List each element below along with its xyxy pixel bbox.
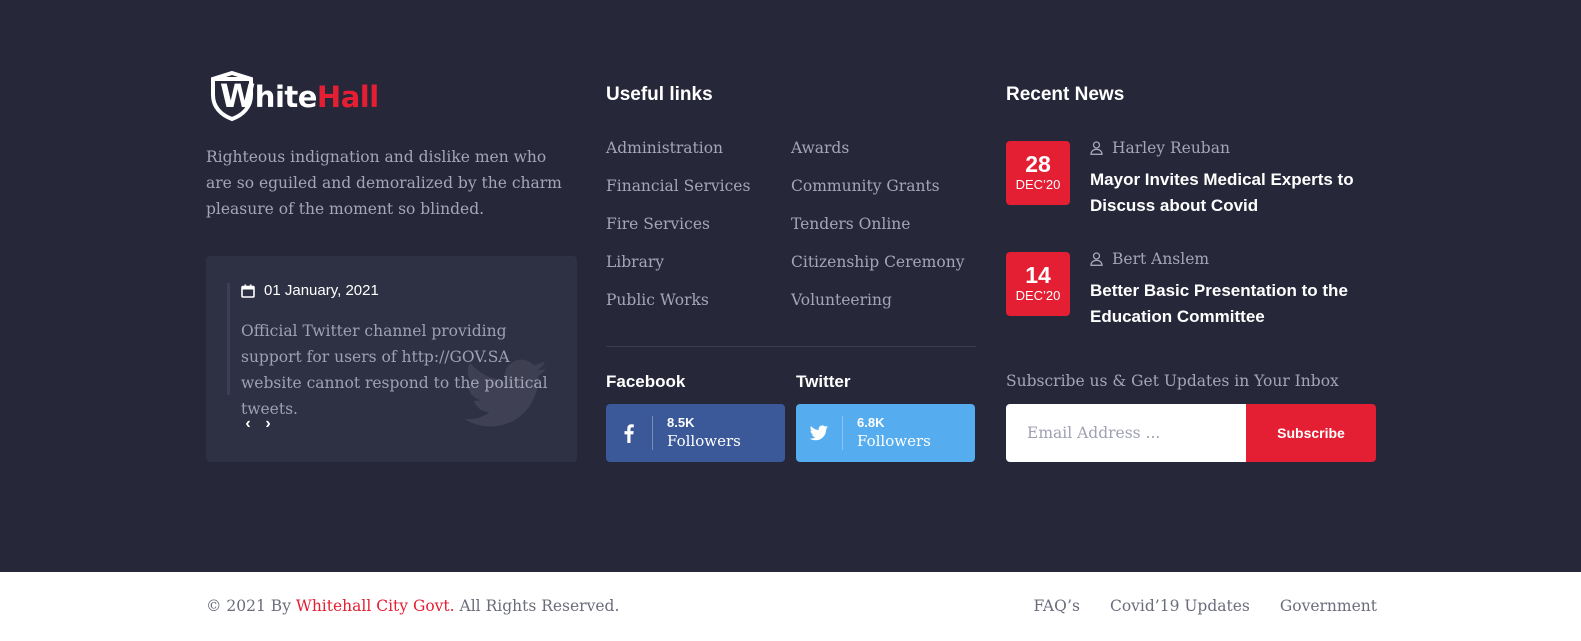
link-fire-services[interactable]: Fire Services (606, 212, 750, 250)
facebook-followers-button[interactable]: 8.5K Followers (606, 404, 785, 462)
footer-main: WhiteHall Righteous indignation and disl… (0, 0, 1581, 572)
twitter-icon (809, 424, 829, 440)
news-author-name: Bert Anslem (1112, 250, 1210, 268)
twitter-feed-card: 01 January, 2021 Official Twitter channe… (206, 256, 577, 462)
divider (606, 346, 976, 347)
about-text: Righteous indignation and dislike men wh… (206, 148, 562, 218)
logo-text: WhiteHall (220, 77, 379, 115)
link-tenders-online[interactable]: Tenders Online (791, 212, 964, 250)
link-volunteering[interactable]: Volunteering (791, 288, 964, 326)
news-month: DEC’20 (1015, 177, 1061, 192)
logo-word-red: Hall (316, 80, 379, 114)
twitter-bird-icon (464, 359, 548, 427)
subscribe-label: Subscribe us & Get Updates in Your Inbox (1006, 372, 1339, 390)
twitter-title: Twitter (796, 372, 851, 391)
useful-links-column-1: Administration Financial Services Fire S… (606, 136, 750, 326)
news-author: Harley Reuban (1090, 139, 1230, 157)
copyright-prefix: © 2021 By (206, 597, 291, 615)
news-item[interactable]: 28 DEC’20 Harley Reuban Mayor Invites Me… (1006, 139, 1386, 231)
facebook-label: Followers (667, 432, 741, 450)
user-icon (1090, 252, 1103, 266)
footer-link-covid-updates[interactable]: Covid’19 Updates (1110, 597, 1250, 615)
news-title[interactable]: Mayor Invites Medical Experts to Discuss… (1090, 167, 1390, 219)
link-public-works[interactable]: Public Works (606, 288, 750, 326)
facebook-count: 8.5K (667, 415, 695, 430)
news-author-name: Harley Reuban (1112, 139, 1230, 157)
facebook-title: Facebook (606, 372, 686, 391)
user-icon (1090, 141, 1103, 155)
twitter-icon-wrap (796, 416, 843, 450)
link-library[interactable]: Library (606, 250, 750, 288)
news-author: Bert Anslem (1090, 250, 1209, 268)
news-day: 14 (1025, 262, 1051, 288)
footer-link-faqs[interactable]: FAQ’s (1033, 597, 1079, 615)
facebook-icon-wrap (606, 416, 653, 450)
tweet-slider-nav: ‹ › (241, 415, 275, 433)
twitter-label: Followers (857, 432, 931, 450)
copyright: © 2021 By Whitehall City Govt. All Right… (206, 597, 619, 615)
twitter-count: 6.8K (857, 415, 885, 430)
news-date-badge: 28 DEC’20 (1006, 141, 1070, 205)
tweet-date-text: 01 January, 2021 (264, 282, 379, 299)
news-month: DEC’20 (1015, 288, 1061, 303)
logo[interactable]: WhiteHall (206, 70, 379, 122)
news-item[interactable]: 14 DEC’20 Bert Anslem Better Basic Prese… (1006, 250, 1386, 342)
news-title[interactable]: Better Basic Presentation to the Educati… (1090, 278, 1390, 330)
news-date-badge: 14 DEC’20 (1006, 252, 1070, 316)
link-administration[interactable]: Administration (606, 136, 750, 174)
useful-links-column-2: Awards Community Grants Tenders Online C… (791, 136, 964, 326)
link-awards[interactable]: Awards (791, 136, 964, 174)
facebook-stats: 8.5K Followers (667, 415, 741, 451)
copyright-brand-link[interactable]: Whitehall City Govt. (296, 597, 455, 615)
footer-link-government[interactable]: Government (1280, 597, 1377, 615)
recent-news-title: Recent News (1006, 84, 1125, 105)
twitter-followers-button[interactable]: 6.8K Followers (796, 404, 975, 462)
link-citizenship-ceremony[interactable]: Citizenship Ceremony (791, 250, 964, 288)
news-day: 28 (1025, 151, 1051, 177)
quote-bar (227, 283, 230, 395)
logo-word-white: hite (254, 80, 318, 114)
footer-bottom-bar: © 2021 By Whitehall City Govt. All Right… (0, 572, 1581, 641)
prev-arrow-icon[interactable]: ‹ (241, 415, 255, 433)
link-financial-services[interactable]: Financial Services (606, 174, 750, 212)
next-arrow-icon[interactable]: › (261, 415, 275, 433)
subscribe-button[interactable]: Subscribe (1246, 404, 1376, 462)
footer-links: FAQ’s Covid’19 Updates Government (1033, 597, 1377, 615)
facebook-icon (624, 423, 634, 443)
copyright-suffix: All Rights Reserved. (459, 597, 620, 615)
twitter-stats: 6.8K Followers (857, 415, 931, 451)
link-community-grants[interactable]: Community Grants (791, 174, 964, 212)
email-input[interactable] (1006, 404, 1246, 462)
calendar-icon (241, 284, 255, 298)
tweet-date: 01 January, 2021 (241, 282, 379, 299)
useful-links-title: Useful links (606, 84, 713, 105)
logo-letter: W (220, 77, 255, 115)
